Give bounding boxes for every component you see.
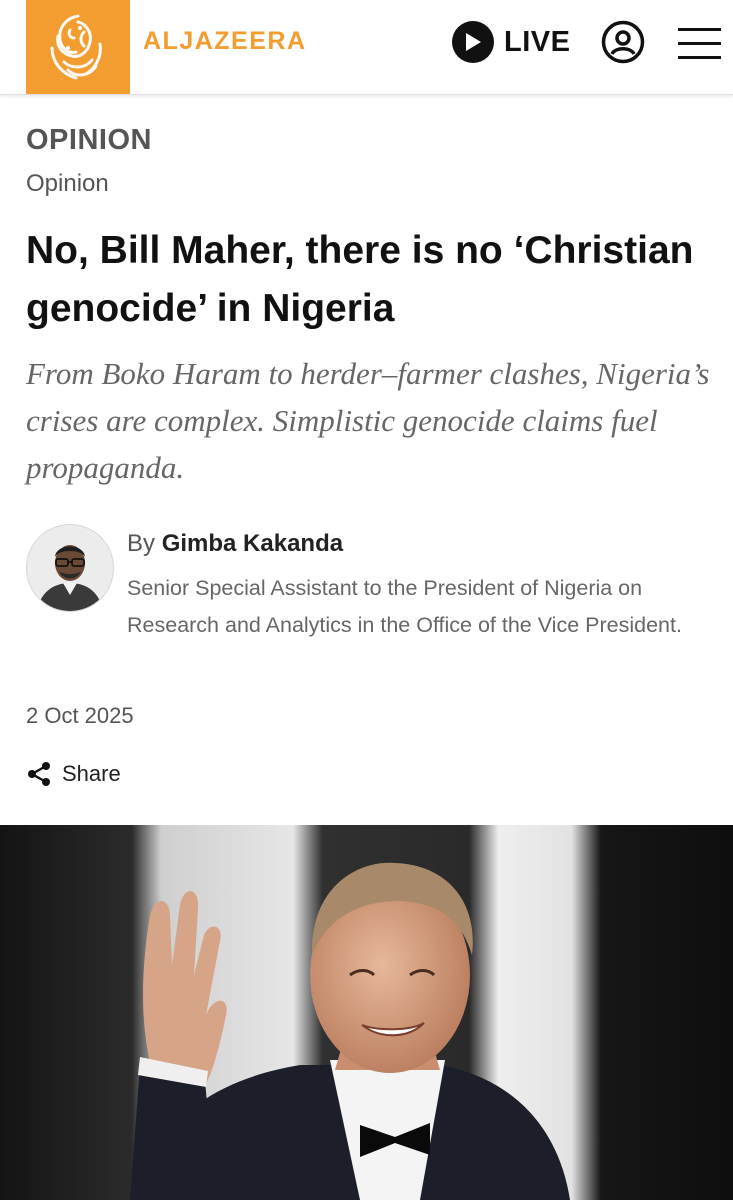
site-header: ALJAZEERA LIVE bbox=[0, 0, 733, 95]
publish-date: 2 Oct 2025 bbox=[26, 703, 134, 728]
section-label[interactable]: OPINION bbox=[26, 124, 152, 157]
author-avatar[interactable] bbox=[26, 524, 114, 612]
play-icon bbox=[452, 21, 494, 63]
article-headline: No, Bill Maher, there is no ‘Christian g… bbox=[26, 229, 694, 330]
live-label: LIVE bbox=[504, 25, 571, 58]
subsection-label[interactable]: Opinion bbox=[26, 170, 109, 198]
menu-icon[interactable] bbox=[678, 26, 722, 62]
aljazeera-logo[interactable] bbox=[26, 0, 130, 94]
share-label: Share bbox=[62, 761, 121, 786]
author-name[interactable]: Gimba Kakanda bbox=[162, 530, 343, 557]
hero-photo bbox=[0, 825, 733, 1200]
hero-image bbox=[0, 825, 733, 1200]
brand-wordmark: ALJAZEERA bbox=[143, 27, 307, 55]
byline-prefix: By bbox=[127, 530, 156, 557]
aljazeera-logo-icon bbox=[50, 14, 102, 80]
account-icon[interactable] bbox=[601, 20, 645, 64]
live-button[interactable]: LIVE bbox=[452, 20, 570, 64]
share-button[interactable]: Share bbox=[26, 758, 121, 790]
share-icon bbox=[28, 762, 50, 786]
byline: By Gimba Kakanda bbox=[127, 530, 343, 558]
author-role: Senior Special Assistant to the Presiden… bbox=[127, 576, 682, 637]
article-dek: From Boko Haram to herder–farmer clashes… bbox=[26, 356, 710, 485]
